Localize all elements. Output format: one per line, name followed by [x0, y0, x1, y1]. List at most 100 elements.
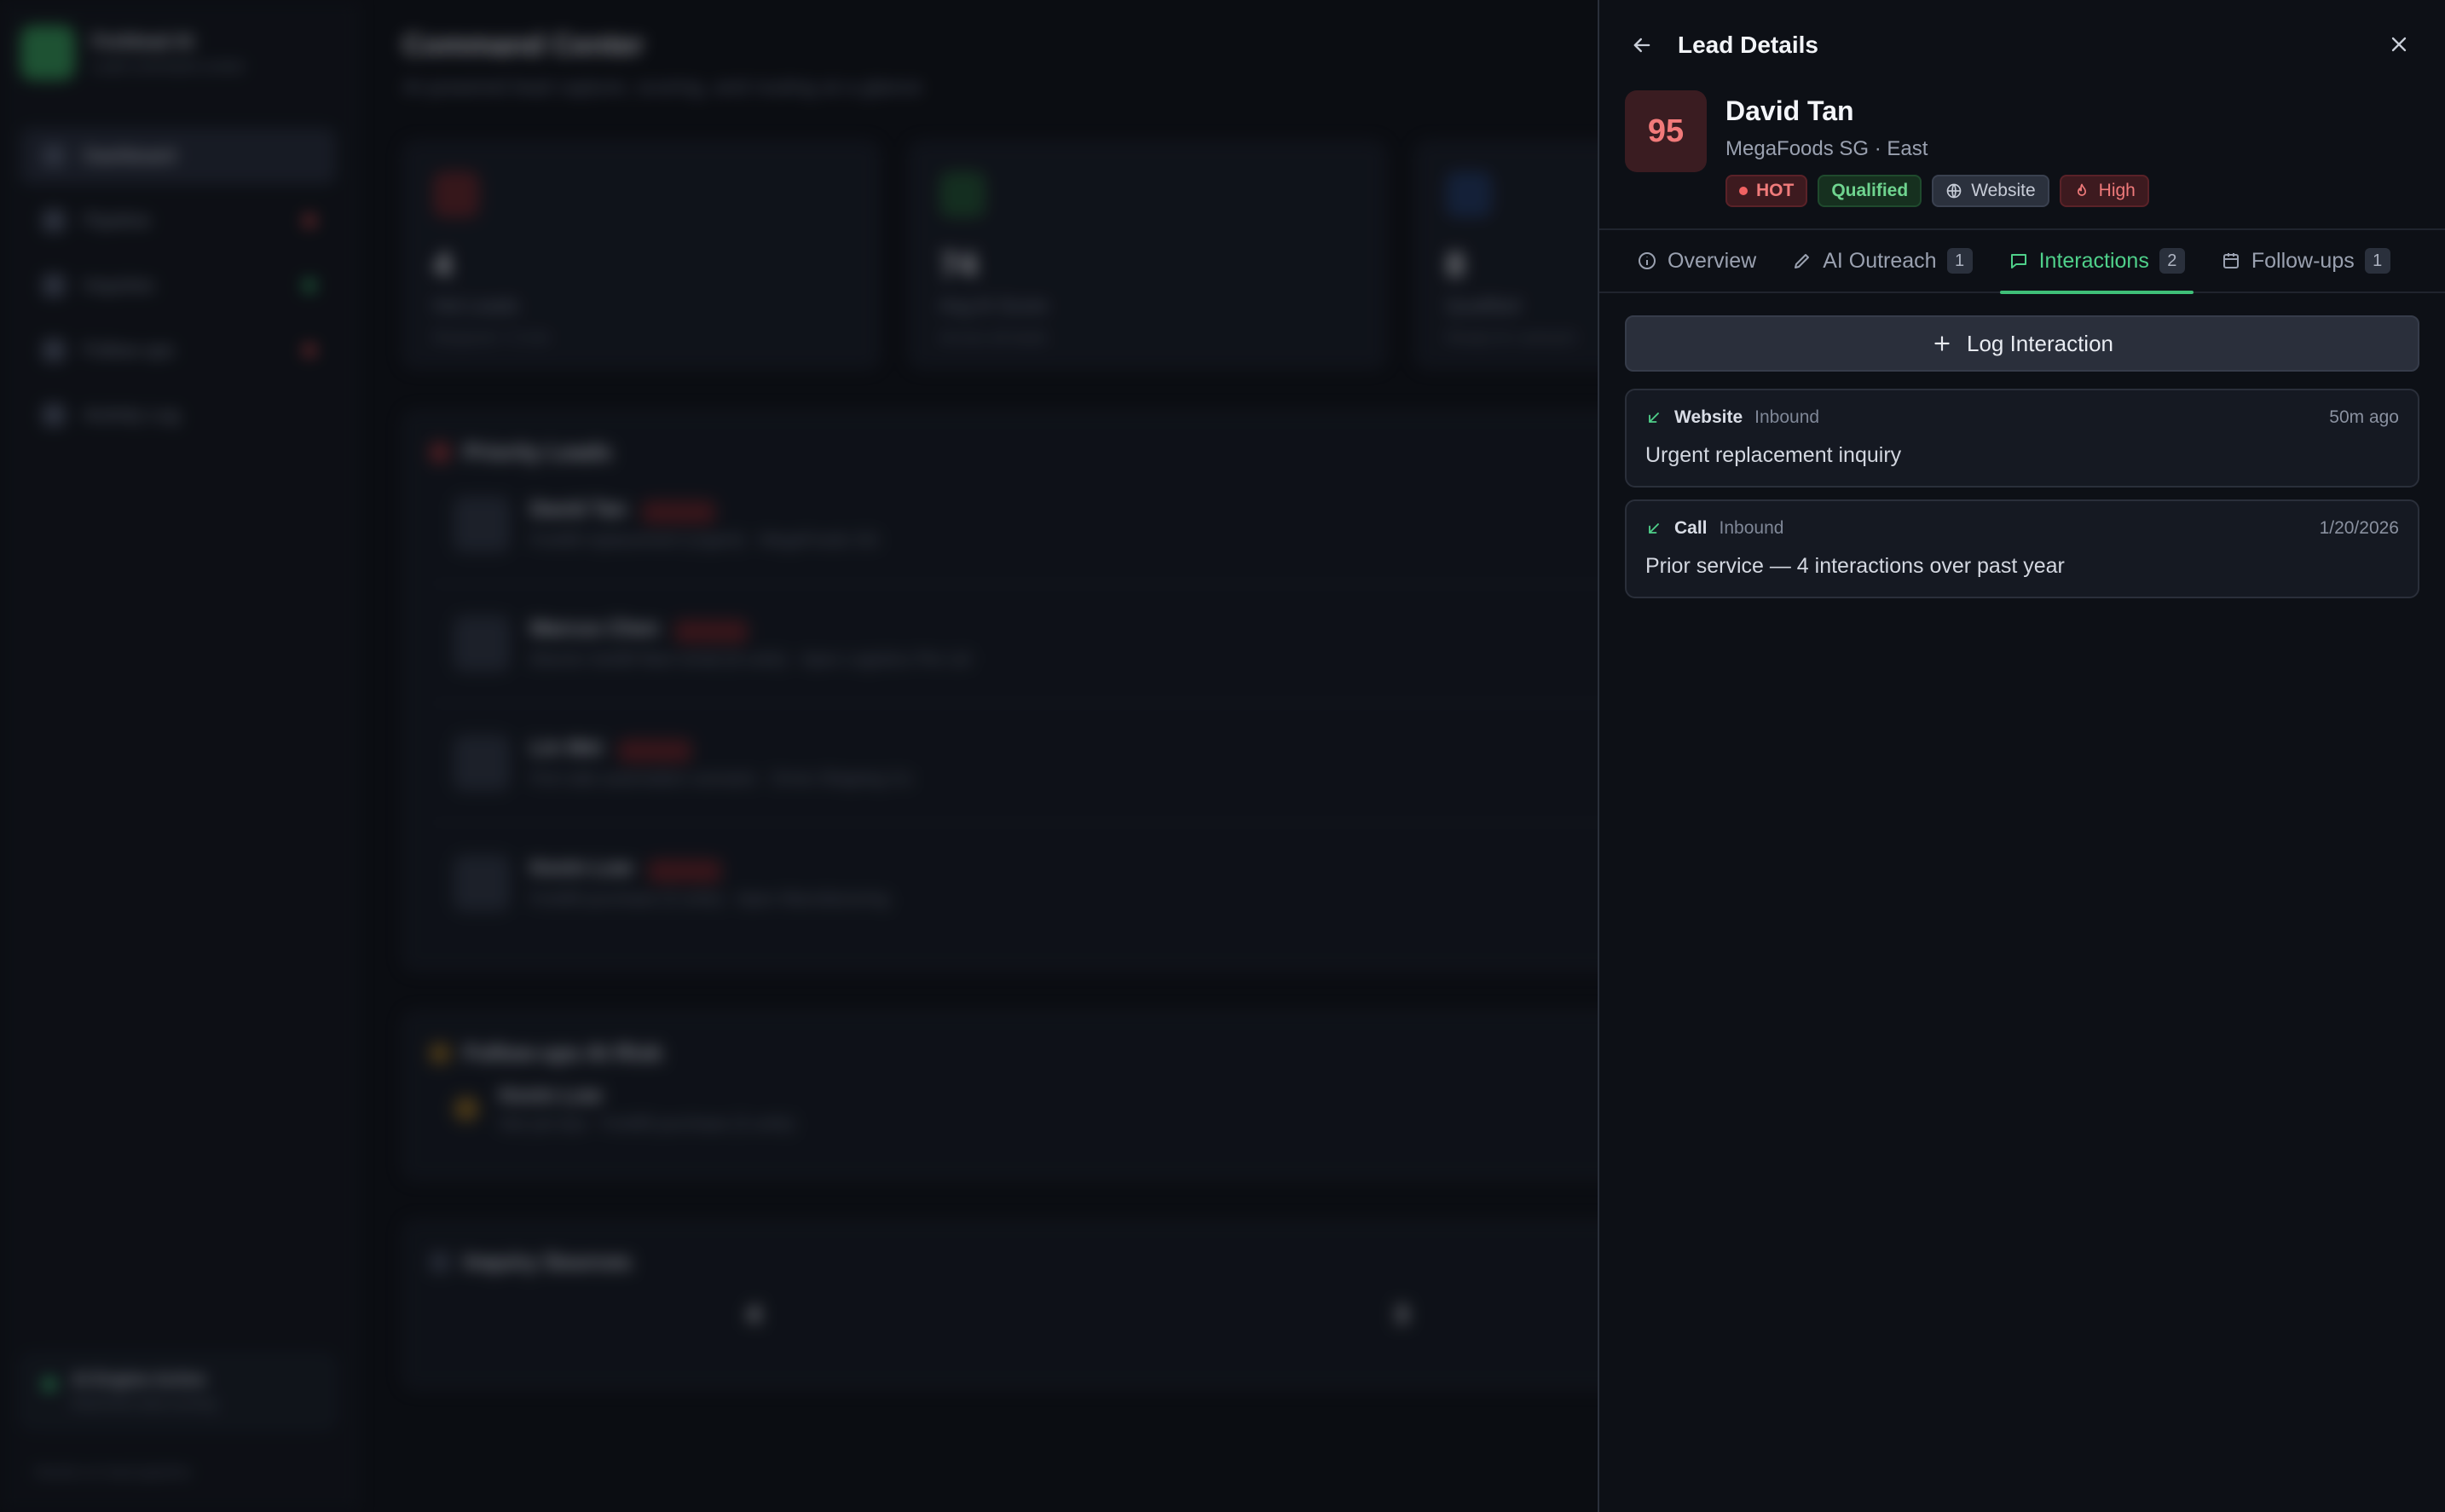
status-badge: Qualified: [1818, 175, 1922, 207]
hot-badge: HOT: [1725, 175, 1808, 207]
tab-count-badge: 2: [2159, 248, 2185, 274]
interaction-item[interactable]: Website Inbound 50m ago Urgent replaceme…: [1625, 389, 2419, 488]
lead-name: Kevin Low: [500, 1083, 603, 1107]
sidebar-item-activity-log[interactable]: Activity Log: [20, 387, 336, 443]
avatar: [454, 855, 510, 911]
lead-details-drawer: Lead Details 95 David Tan MegaFoods SG ·…: [1598, 0, 2445, 1512]
notification-badge: [303, 215, 315, 227]
interaction-channel: Call: [1674, 518, 1708, 538]
hot-badge-label: HOT: [1756, 181, 1795, 200]
sidebar-item-pipeline[interactable]: Pipeline: [20, 193, 336, 249]
source-value: 3: [1394, 1301, 1409, 1329]
avatar: [454, 615, 510, 672]
inquiries-icon: [43, 274, 65, 297]
interaction-channel: Website: [1674, 407, 1743, 427]
stat-sub: Respond < 5 min: [433, 329, 550, 346]
stat-label: Hot Leads: [433, 295, 519, 316]
inbound-arrow-icon: [1649, 413, 1659, 423]
interaction-body: Prior service — 4 interactions over past…: [1645, 554, 2065, 578]
info-icon: [1639, 252, 1656, 269]
drawer-title: Lead Details: [1678, 32, 1818, 58]
warning-icon: [430, 1042, 450, 1064]
tab-label: Interactions: [2038, 248, 2149, 273]
engine-status: AI Engine Active Real-time lead scoring: [20, 1353, 336, 1430]
message-icon: [2010, 254, 2026, 268]
tab-follow-ups[interactable]: Follow-ups 1: [2212, 229, 2399, 292]
lead-header: 95 David Tan MegaFoods SG · East HOT Qua…: [1625, 90, 2149, 207]
interaction-item[interactable]: Call Inbound 1/20/2026 Prior service — 4…: [1625, 499, 2419, 598]
status-dot-icon: [43, 1377, 56, 1391]
interaction-time: 1/20/2026: [2319, 518, 2399, 538]
plus-icon: [1934, 336, 1950, 351]
interaction-body: Urgent replacement inquiry: [1645, 443, 1902, 467]
tab-count-badge: 1: [2364, 248, 2390, 274]
hot-badge: [641, 499, 715, 524]
lead-name: David Tan: [1725, 95, 1854, 126]
brand-logo: [20, 26, 75, 80]
sources-icon: [430, 1251, 450, 1273]
detail-tabs: Overview AI Outreach 1 Interactions 2 Fo…: [1599, 228, 2445, 294]
lead-meta: Forklift purchase (3 units) · Apex Manuf…: [530, 889, 889, 909]
priority-badge-label: High: [2098, 181, 2136, 200]
flame-icon: [433, 171, 479, 217]
log-interaction-button[interactable]: Log Interaction: [1625, 315, 2419, 372]
tab-interactions[interactable]: Interactions 2: [1999, 229, 2194, 294]
log-interaction-label: Log Interaction: [1966, 330, 2113, 356]
interaction-time: 50m ago: [2329, 407, 2399, 427]
lead-company-region: MegaFoods SG · East: [1725, 137, 1928, 160]
tab-label: Overview: [1668, 248, 1757, 273]
brand-name: Forklead AI: [92, 30, 194, 52]
sidebar: Forklead AI Lead command center Dashboar…: [0, 0, 358, 1512]
lead-name: Kevin Low: [530, 857, 633, 880]
sidebar-item-label: Activity Log: [84, 404, 180, 425]
status-subtitle: Real-time lead scoring: [72, 1395, 217, 1411]
back-arrow-icon[interactable]: [1623, 26, 1661, 64]
lead-tags: HOT Qualified Website High: [1725, 175, 2149, 207]
tab-overview[interactable]: Overview: [1628, 229, 1765, 292]
dashboard-icon: [43, 145, 65, 167]
sidebar-item-dashboard[interactable]: Dashboard: [20, 128, 336, 184]
stat-value: 4: [433, 246, 453, 284]
interaction-direction: Inbound: [1719, 518, 1784, 538]
lead-score: 95: [1625, 90, 1707, 172]
stat-value: 74: [939, 246, 978, 284]
calendar-icon: [2222, 253, 2239, 268]
globe-icon: [1946, 183, 1962, 199]
activity-icon: [43, 404, 65, 426]
interaction-direction: Inbound: [1754, 407, 1820, 427]
clock-icon: [454, 1096, 479, 1122]
hot-badge: [648, 858, 722, 883]
lead-name: Lin Wei: [530, 736, 603, 760]
tab-label: AI Outreach: [1823, 248, 1937, 273]
tab-ai-outreach[interactable]: AI Outreach 1: [1783, 229, 1980, 292]
brand-subtitle: Lead command center: [92, 57, 246, 75]
hot-badge: [617, 738, 691, 763]
close-icon[interactable]: [2380, 26, 2418, 63]
sidebar-item-follow-ups[interactable]: Follow-ups: [20, 322, 336, 378]
pipeline-icon: [43, 210, 65, 232]
priority-badge: High: [2059, 175, 2149, 207]
status-title: AI Engine Active: [72, 1371, 206, 1389]
sidebar-item-label: Pipeline: [84, 210, 151, 231]
avatar: [454, 496, 510, 552]
brand: Forklead AI Lead command center: [20, 26, 336, 80]
lead-name: David Tan: [530, 498, 627, 522]
source-value: 4: [746, 1301, 761, 1329]
sidebar-item-inquiries[interactable]: Inquiries: [20, 257, 336, 314]
inbound-arrow-icon: [1649, 523, 1659, 534]
stat-sub: Across all leads: [939, 329, 1048, 346]
stat-label: Avg AI Score: [939, 295, 1048, 316]
avatar: [454, 735, 510, 791]
hot-badge: [673, 619, 748, 643]
drawer-header: Lead Details: [1599, 0, 2445, 90]
lead-meta: Electric forklift fleet rental (6 units)…: [530, 649, 970, 669]
source-badge-label: Website: [1971, 181, 2036, 200]
tab-label: Follow-ups: [2251, 248, 2355, 273]
stat-card: 4 Hot Leads Respond < 5 min: [402, 141, 880, 369]
lead-name: Marcus Chen: [530, 617, 659, 641]
flame-icon: [2077, 183, 2086, 196]
source-badge: Website: [1932, 175, 2049, 207]
card-title-text: Follow-ups At Risk: [464, 1040, 663, 1065]
tab-count-badge: 1: [1946, 248, 1973, 274]
lead-meta: Port side automation scenario · Orme Shi…: [530, 769, 911, 788]
